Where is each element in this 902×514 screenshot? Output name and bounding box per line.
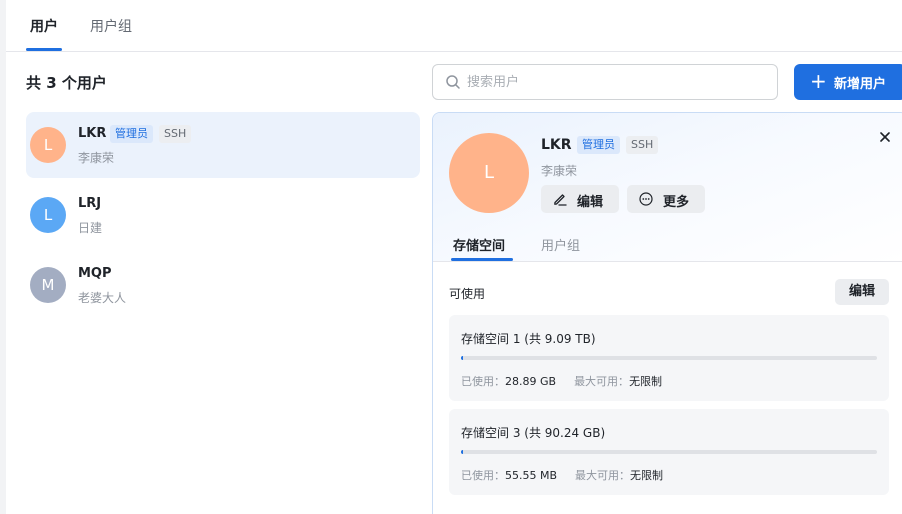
detail-display-name: 李康荣 [541,164,578,178]
used-value: 55.55 MB [505,469,558,482]
used-label: 已使用： [461,375,505,388]
avatar: L [30,127,66,163]
tab-users[interactable]: 用户 [30,16,58,36]
max-label: 最大可用： [575,469,631,482]
user-display-name: 日建 [78,221,103,235]
volume-usage-fill [461,356,463,360]
search-box [432,64,778,100]
volume-usage-bar [461,356,877,360]
user-count-title: 共 3 个用户 [26,74,107,92]
plus-icon: + [810,69,827,93]
edit-quota-button[interactable]: 编辑 [835,279,889,305]
volume-stats: 已使用：55.55 MB 最大可用：无限制 [461,467,681,483]
users-panel: 用户 用户组 共 3 个用户 L LKR 管理员 SSH 李康荣 L LRJ 日… [6,0,902,514]
max-value: 无限制 [630,469,664,482]
search-input[interactable] [467,72,767,92]
admin-badge: 管理员 [110,125,153,143]
detail-tabs: 存储空间 用户组 [433,229,902,262]
more-label: 更多 [663,195,690,210]
max-value: 无限制 [629,375,663,388]
active-tab-indicator [451,258,513,261]
more-icon [639,192,653,206]
user-display-name: 老婆大人 [78,291,127,305]
used-value: 28.89 GB [505,375,557,388]
user-tags: 管理员 SSH [110,125,192,143]
volume-usage-fill [461,450,463,454]
ssh-badge: SSH [159,125,192,143]
user-list-item[interactable]: L LRJ 日建 [26,182,420,248]
used-label: 已使用： [461,469,505,482]
available-label: 可使用 [449,287,486,301]
tab-detail-user-groups[interactable]: 用户组 [541,235,580,254]
user-display-name: 李康荣 [78,151,115,165]
avatar: L [30,197,66,233]
user-list-item[interactable]: M MQP 老婆大人 [26,252,420,318]
volume-title: 存储空间 1 (共 9.09 TB) [461,332,596,346]
volume-usage-bar [461,450,877,454]
edit-label: 编辑 [577,195,604,210]
storage-volume-card: 存储空间 3 (共 90.24 GB) 已使用：55.55 MB 最大可用：无限制 [449,409,889,495]
ssh-badge: SSH [626,136,659,154]
add-user-button[interactable]: + 新增用户 [794,64,902,100]
close-icon[interactable] [877,129,893,145]
avatar: M [30,267,66,303]
add-user-label: 新增用户 [834,77,887,92]
detail-user-name: LKR [541,137,572,153]
user-name: LKR [78,126,107,141]
top-tabs: 用户 用户组 [6,0,902,52]
tab-user-groups[interactable]: 用户组 [90,16,132,36]
storage-volume-card: 存储空间 1 (共 9.09 TB) 已使用：28.89 GB 最大可用：无限制 [449,315,889,401]
user-detail-panel: L LKR 管理员 SSH 李康荣 编辑 更多 存储空间 用户组 可使用 编辑 … [432,112,902,514]
volume-stats: 已使用：28.89 GB 最大可用：无限制 [461,373,680,389]
volume-title: 存储空间 3 (共 90.24 GB) [461,426,606,440]
admin-badge: 管理员 [577,136,620,154]
edit-button[interactable]: 编辑 [541,185,619,213]
pencil-icon [554,194,567,206]
max-label: 最大可用： [574,375,630,388]
more-button[interactable]: 更多 [627,185,705,213]
tab-storage[interactable]: 存储空间 [453,235,505,254]
avatar: L [449,133,529,213]
user-list-item[interactable]: L LKR 管理员 SSH 李康荣 [26,112,420,178]
search-icon [446,75,460,89]
active-tab-indicator [26,48,62,51]
user-name: MQP [78,266,112,281]
user-name: LRJ [78,196,102,211]
detail-tags: 管理员 SSH [577,136,659,154]
